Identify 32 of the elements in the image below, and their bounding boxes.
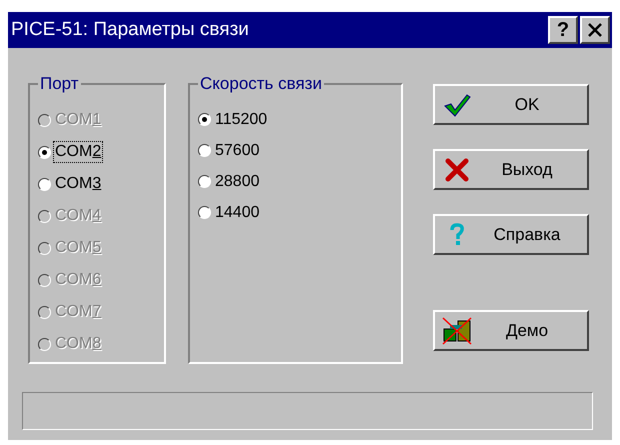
- close-button[interactable]: [580, 16, 610, 44]
- radio-button[interactable]: [198, 206, 211, 219]
- help-button[interactable]: ?: [548, 16, 578, 44]
- dialog-button[interactable]: Справка: [433, 214, 589, 255]
- radio-label: COM7: [54, 302, 102, 322]
- radio-button[interactable]: [198, 175, 211, 188]
- group-title: Скорость связи: [199, 74, 323, 94]
- question-icon: [449, 222, 465, 246]
- radio-label: COM2: [53, 141, 104, 163]
- radio-label: 14400: [214, 202, 260, 222]
- radio-label: 57600: [214, 140, 260, 160]
- radio-button[interactable]: [198, 144, 211, 157]
- radio-button[interactable]: [38, 178, 51, 190]
- cross-icon: [445, 158, 469, 182]
- radio-button[interactable]: [38, 146, 51, 158]
- dialog-button[interactable]: Выход: [433, 149, 589, 190]
- radio-button[interactable]: [198, 113, 211, 126]
- radio-label: 115200: [214, 110, 268, 130]
- dialog-button[interactable]: OK: [433, 84, 589, 125]
- group-title: Порт: [39, 74, 80, 94]
- radio-label: COM5: [54, 238, 102, 258]
- close-icon: [588, 23, 602, 37]
- check-icon: [443, 92, 471, 116]
- dialog-button[interactable]: Демо: [433, 310, 589, 351]
- crossed-device-icon: [442, 316, 472, 344]
- radio-label: COM1: [54, 110, 102, 130]
- radio-label: COM4: [54, 206, 102, 226]
- radio-label: COM3: [54, 174, 102, 194]
- radio-label: COM6: [54, 270, 102, 290]
- radio-label: 28800: [214, 172, 260, 192]
- radio-label: COM8: [54, 334, 102, 354]
- window-title: PICE-51: Параметры связи: [11, 18, 250, 42]
